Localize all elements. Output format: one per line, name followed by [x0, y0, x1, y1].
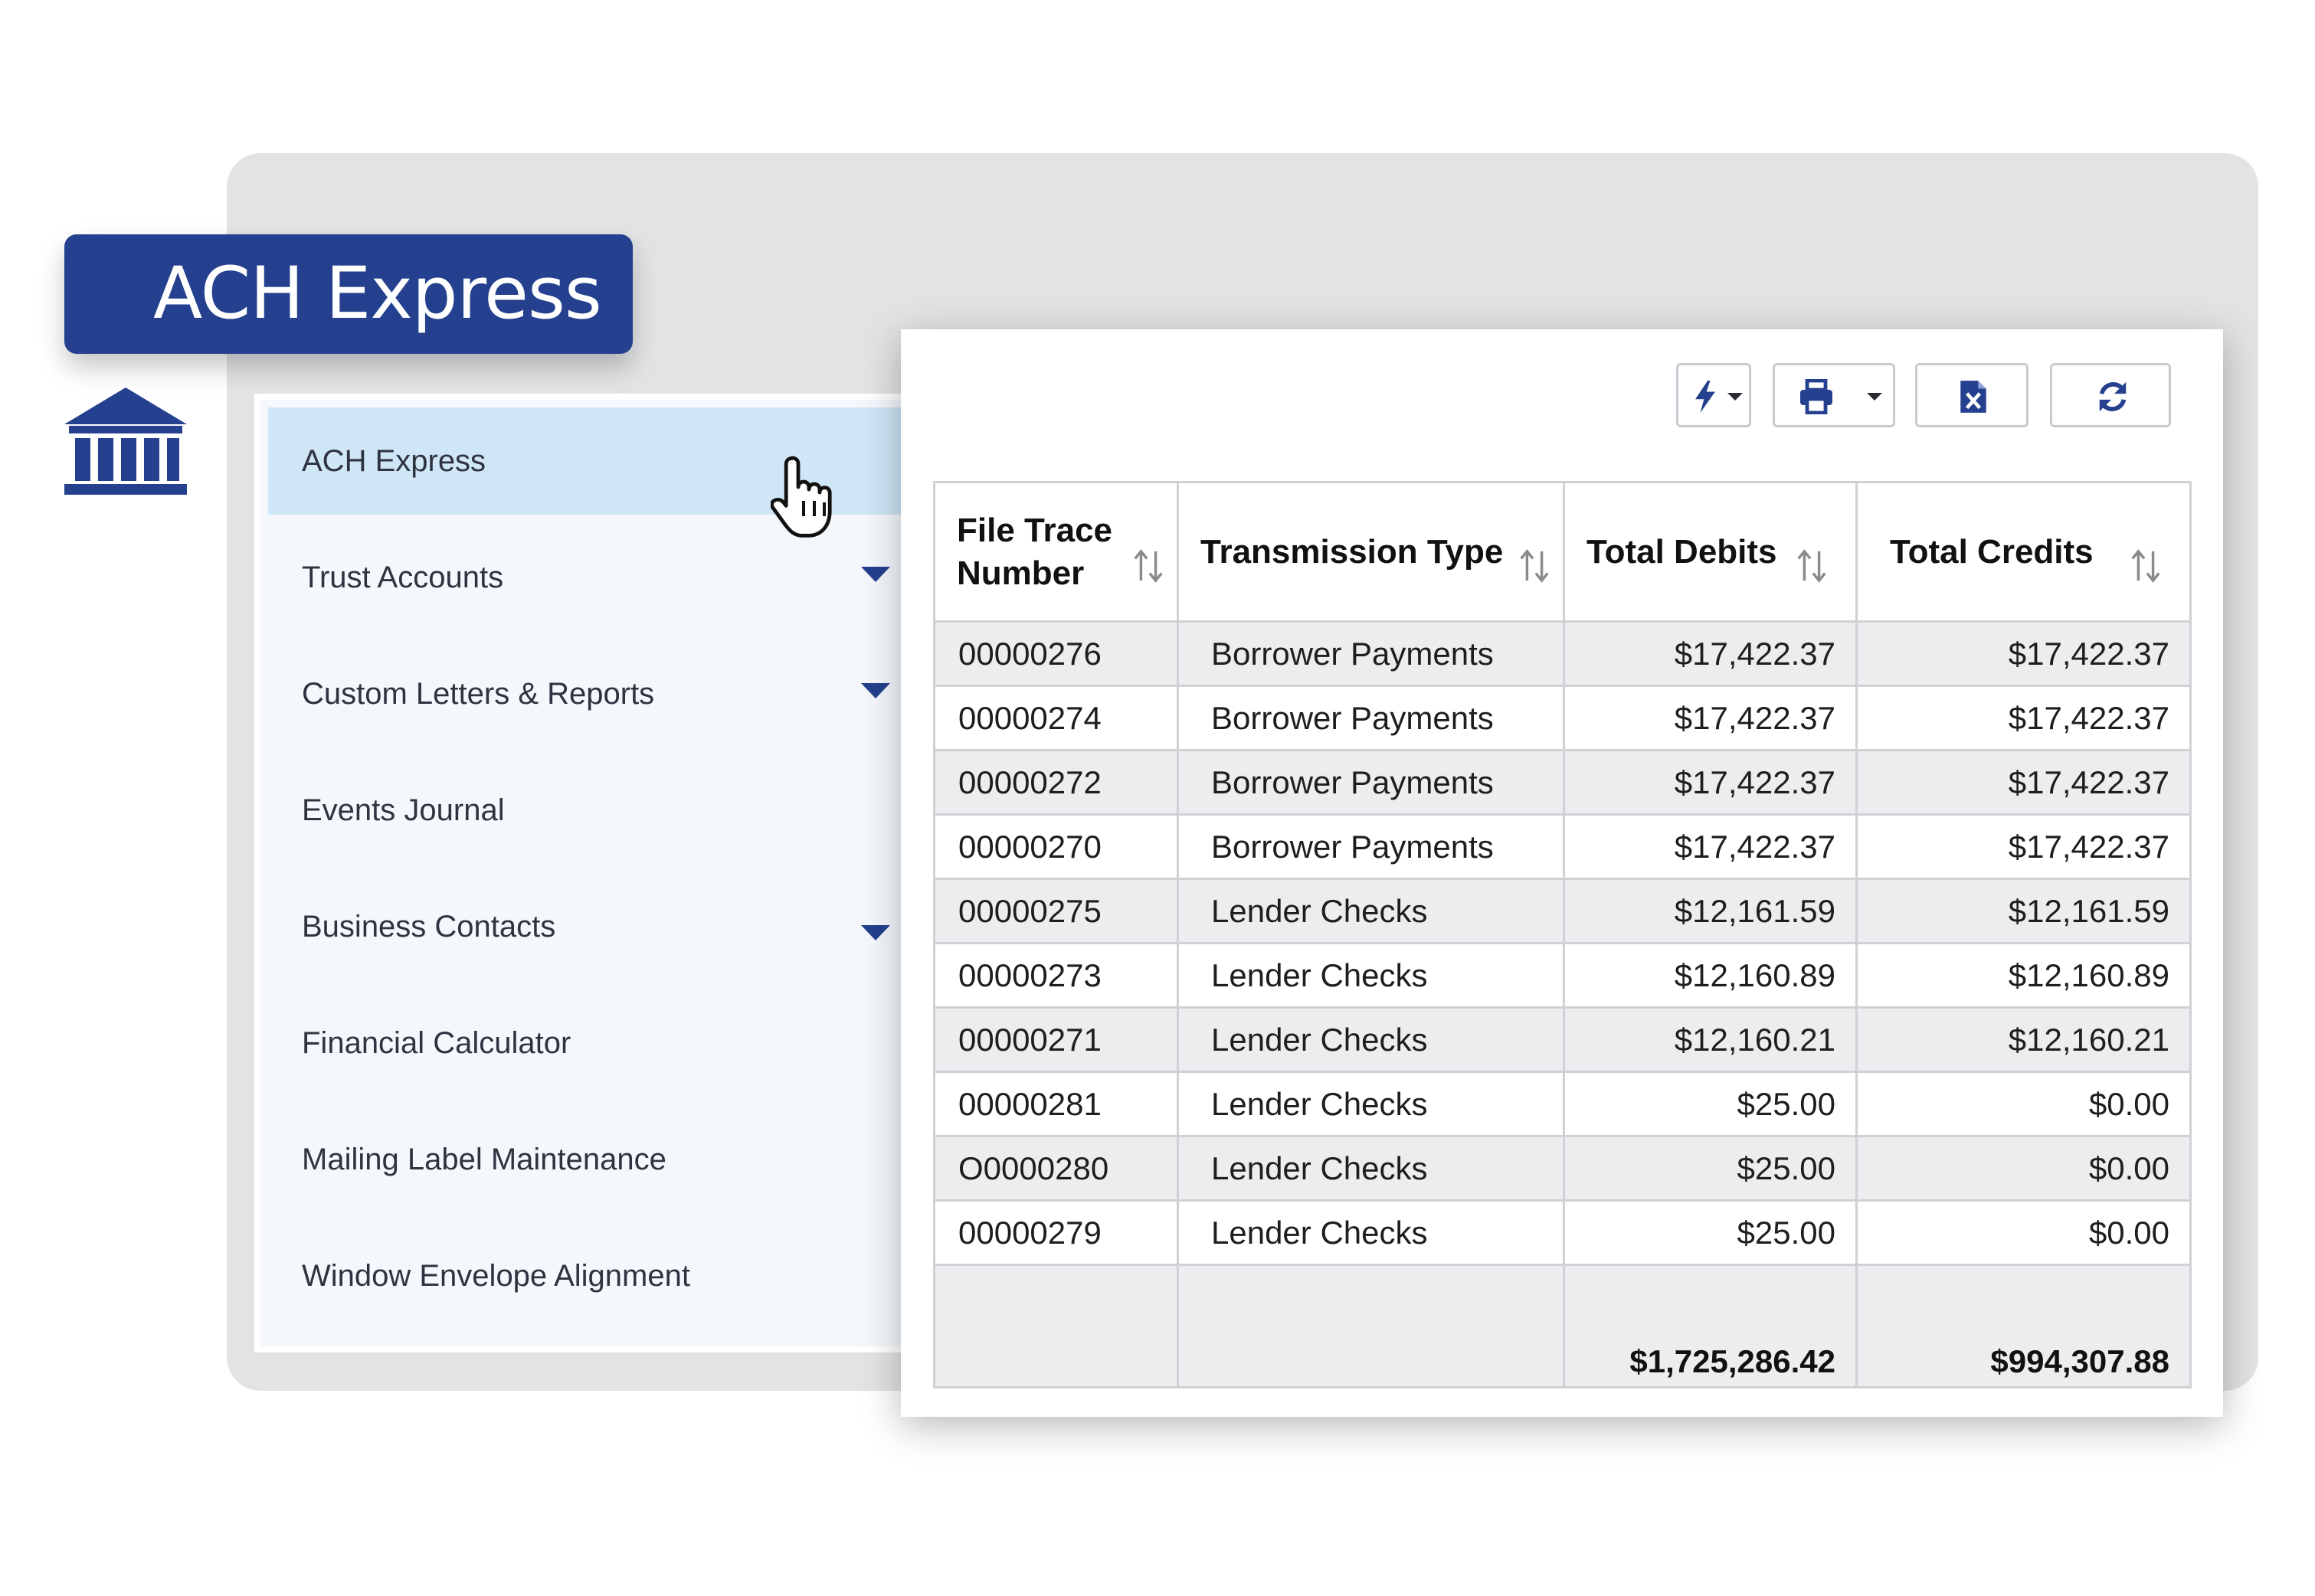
transmission-type-cell: Lender Checks [1177, 1006, 1565, 1073]
transmission-type-cell: Borrower Payments [1177, 749, 1565, 816]
chevron-down-icon [1867, 393, 1882, 401]
file-trace-number-cell: 00000279 [933, 1199, 1179, 1266]
table-row[interactable]: 00000274 Borrower Payments $17,422.37 $1… [933, 685, 2192, 751]
ach-transmissions-panel: File Trace Number Transmission Type Tota… [901, 329, 2223, 1417]
transmission-type-cell: Lender Checks [1177, 1071, 1565, 1137]
total-debits-sum: $1,725,286.42 [1563, 1264, 1858, 1388]
file-trace-number-cell: 00000271 [933, 1006, 1179, 1073]
table-row[interactable]: 00000270 Borrower Payments $17,422.37 $1… [933, 813, 2192, 880]
file-trace-number-cell: 00000272 [933, 749, 1179, 816]
table-row[interactable]: 00000281 Lender Checks $25.00 $0.00 [933, 1071, 2192, 1137]
total-credits-sum: $994,307.88 [1855, 1264, 2192, 1388]
refresh-icon [2099, 381, 2127, 412]
sidebar-item-custom-letters-reports[interactable]: Custom Letters & Reports [268, 640, 927, 747]
sidebar-item-label: Events Journal [302, 793, 505, 827]
file-trace-number-cell: 00000276 [933, 620, 1179, 687]
chevron-down-icon[interactable] [861, 683, 890, 698]
transmission-type-cell: Borrower Payments [1177, 620, 1565, 687]
chevron-down-icon[interactable] [861, 567, 890, 582]
table-row[interactable]: 00000273 Lender Checks $12,160.89 $12,16… [933, 942, 2192, 1009]
chevron-down-icon [1727, 393, 1743, 401]
total-debits-cell: $12,161.59 [1563, 878, 1858, 944]
total-credits-cell: $17,422.37 [1855, 685, 2192, 751]
column-header-total-credits[interactable]: Total Credits [1855, 481, 2192, 623]
total-credits-cell: $12,160.89 [1855, 942, 2192, 1009]
total-debits-cell: $17,422.37 [1563, 813, 1858, 880]
export-excel-button[interactable] [1915, 363, 2028, 427]
total-debits-cell: $25.00 [1563, 1071, 1858, 1137]
table-header-row: File Trace Number Transmission Type Tota… [933, 481, 2192, 623]
total-debits-cell: $25.00 [1563, 1135, 1858, 1202]
total-credits-cell: $12,161.59 [1855, 878, 2192, 944]
total-debits-cell: $17,422.37 [1563, 749, 1858, 816]
table-row[interactable]: O0000280 Lender Checks $25.00 $0.00 [933, 1135, 2192, 1202]
sidebar-item-label: Financial Calculator [302, 1026, 571, 1060]
total-debits-cell: $17,422.37 [1563, 620, 1858, 687]
sidebar-item-financial-calculator[interactable]: Financial Calculator [268, 989, 927, 1097]
table-row[interactable]: 00000279 Lender Checks $25.00 $0.00 [933, 1199, 2192, 1266]
transmission-type-cell: Borrower Payments [1177, 813, 1565, 880]
total-credits-cell: $17,422.37 [1855, 620, 2192, 687]
file-trace-number-cell: 00000273 [933, 942, 1179, 1009]
printer-icon [1800, 379, 1832, 414]
chevron-down-icon[interactable] [861, 925, 890, 940]
app-title: ACH Express [153, 252, 602, 335]
totals-empty-cell [1177, 1264, 1565, 1388]
sort-icon[interactable] [1517, 548, 1552, 584]
total-credits-cell: $0.00 [1855, 1071, 2192, 1137]
total-debits-cell: $25.00 [1563, 1199, 1858, 1266]
transmission-type-cell: Lender Checks [1177, 1135, 1565, 1202]
sidebar-item-label: ACH Express [302, 444, 486, 478]
sidebar-item-label: Mailing Label Maintenance [302, 1143, 666, 1176]
totals-empty-cell [933, 1264, 1179, 1388]
file-trace-number-cell: 00000274 [933, 685, 1179, 751]
sidebar-item-label: Window Envelope Alignment [302, 1259, 690, 1293]
total-debits-cell: $12,160.89 [1563, 942, 1858, 1009]
sidebar-item-events-journal[interactable]: Events Journal [268, 757, 927, 864]
lightning-icon [1695, 381, 1715, 413]
quick-actions-button[interactable] [1676, 363, 1751, 427]
file-trace-number-cell: O0000280 [933, 1135, 1179, 1202]
bank-icon [64, 388, 187, 495]
sidebar-item-label: Custom Letters & Reports [302, 677, 655, 711]
sort-icon[interactable] [2128, 548, 2163, 584]
sort-icon[interactable] [1794, 548, 1829, 584]
table-row[interactable]: 00000271 Lender Checks $12,160.21 $12,16… [933, 1006, 2192, 1073]
file-trace-number-cell: 00000275 [933, 878, 1179, 944]
excel-export-icon [1960, 381, 1986, 413]
total-credits-cell: $12,160.21 [1855, 1006, 2192, 1073]
sidebar-item-label: Business Contacts [302, 910, 556, 944]
sidebar-item-mailing-label-maintenance[interactable]: Mailing Label Maintenance [268, 1106, 927, 1213]
file-trace-number-cell: 00000270 [933, 813, 1179, 880]
total-credits-cell: $0.00 [1855, 1199, 2192, 1266]
sort-icon[interactable] [1131, 548, 1166, 584]
table-row[interactable]: 00000276 Borrower Payments $17,422.37 $1… [933, 620, 2192, 687]
column-header-transmission-type[interactable]: Transmission Type [1177, 481, 1565, 623]
total-debits-cell: $12,160.21 [1563, 1006, 1858, 1073]
app-title-badge: ACH Express [64, 234, 633, 354]
total-credits-cell: $17,422.37 [1855, 813, 2192, 880]
column-header-total-debits[interactable]: Total Debits [1563, 481, 1858, 623]
refresh-button[interactable] [2050, 363, 2171, 427]
sidebar-item-business-contacts[interactable]: Business Contacts [268, 873, 927, 980]
table-totals-row: $1,725,286.42 $994,307.88 [933, 1264, 2192, 1388]
total-credits-cell: $17,422.37 [1855, 749, 2192, 816]
sidebar-item-window-envelope-alignment[interactable]: Window Envelope Alignment [268, 1222, 927, 1329]
table-row[interactable]: 00000272 Borrower Payments $17,422.37 $1… [933, 749, 2192, 816]
transmission-type-cell: Borrower Payments [1177, 685, 1565, 751]
print-button[interactable] [1773, 363, 1895, 427]
total-credits-cell: $0.00 [1855, 1135, 2192, 1202]
file-trace-number-cell: 00000281 [933, 1071, 1179, 1137]
total-debits-cell: $17,422.37 [1563, 685, 1858, 751]
transmission-type-cell: Lender Checks [1177, 1199, 1565, 1266]
transmission-type-cell: Lender Checks [1177, 878, 1565, 944]
hand-cursor-icon [771, 456, 832, 538]
ach-transmissions-table: File Trace Number Transmission Type Tota… [933, 481, 2192, 1388]
table-row[interactable]: 00000275 Lender Checks $12,161.59 $12,16… [933, 878, 2192, 944]
column-header-file-trace-number[interactable]: File Trace Number [933, 481, 1179, 623]
sidebar-item-label: Trust Accounts [302, 561, 504, 594]
transmission-type-cell: Lender Checks [1177, 942, 1565, 1009]
